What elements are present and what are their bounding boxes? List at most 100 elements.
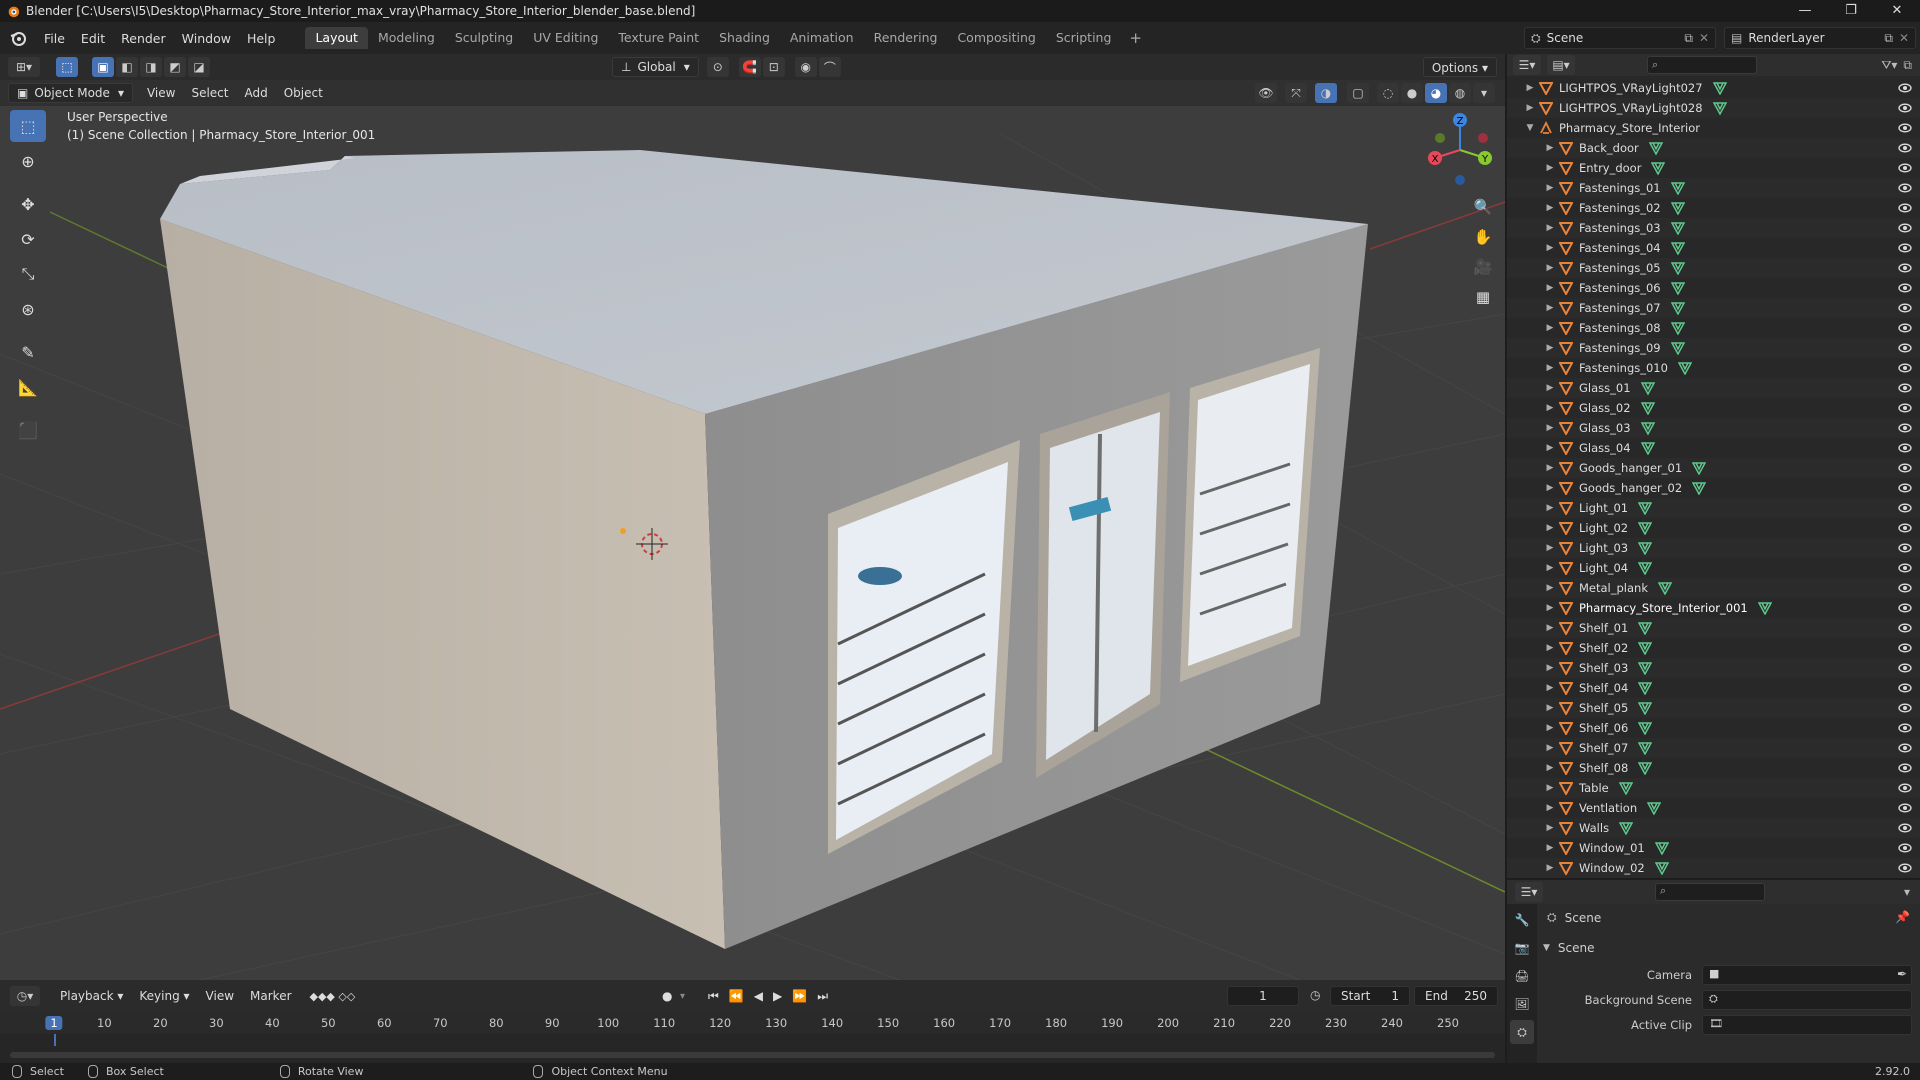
jump-start-icon[interactable]: ⏮ (708, 989, 719, 1004)
display-mode-icon[interactable]: ▤▾ (1547, 55, 1575, 75)
outliner-row[interactable]: ▶ Fastenings_05 (1507, 258, 1920, 278)
mesh-data-icon[interactable] (1677, 361, 1692, 375)
expand-right-icon[interactable]: ▶ (1545, 763, 1555, 773)
proportional-edit-icon[interactable]: ◉ (794, 57, 817, 77)
expand-right-icon[interactable]: ▶ (1545, 863, 1555, 873)
mesh-data-icon[interactable] (1638, 761, 1653, 775)
outliner-row[interactable]: ▶ Light_03 (1507, 538, 1920, 558)
visibility-eye-icon[interactable] (1898, 861, 1912, 875)
expand-right-icon[interactable]: ▶ (1545, 543, 1555, 553)
annotate-tool-icon[interactable]: ✎ (10, 336, 46, 368)
camera-field[interactable]: ■ ✒ (1702, 965, 1912, 985)
visibility-eye-icon[interactable] (1898, 221, 1912, 235)
mesh-data-icon[interactable] (1670, 321, 1685, 335)
active-clip-field[interactable]: 🎞 (1702, 1015, 1912, 1035)
select-new-icon[interactable]: ▣ (92, 57, 114, 77)
visibility-eye-icon[interactable] (1898, 581, 1912, 595)
timeline-ruler[interactable]: 1 10 20 30 40 50 60 70 80 90 100 110 120 130 140 150 160… (0, 1012, 1505, 1034)
mesh-data-icon[interactable] (1692, 461, 1707, 475)
outliner-row[interactable]: ▶ LIGHTPOS_VRayLight028 (1507, 98, 1920, 118)
move-tool-icon[interactable]: ✥ (10, 188, 46, 220)
outliner-row[interactable]: ▶ Ventlation (1507, 798, 1920, 818)
visibility-eye-icon[interactable] (1898, 781, 1912, 795)
timeline-scrollbar[interactable] (10, 1052, 1495, 1058)
outliner-row[interactable]: ▶ Fastenings_04 (1507, 238, 1920, 258)
mesh-data-icon[interactable] (1638, 661, 1653, 675)
visibility-eye-icon[interactable] (1898, 761, 1912, 775)
expand-right-icon[interactable]: ▶ (1545, 583, 1555, 593)
mesh-data-icon[interactable] (1692, 481, 1707, 495)
expand-right-icon[interactable]: ▶ (1545, 603, 1555, 613)
expand-right-icon[interactable]: ▶ (1545, 323, 1555, 333)
mesh-data-icon[interactable] (1638, 701, 1653, 715)
visibility-eye-icon[interactable] (1898, 301, 1912, 315)
material-shading-icon[interactable]: ◕ (1425, 83, 1447, 103)
expand-right-icon[interactable]: ▶ (1545, 643, 1555, 653)
expand-right-icon[interactable]: ▶ (1545, 343, 1555, 353)
outliner-row[interactable]: ▶ Entry_door (1507, 158, 1920, 178)
outliner-row[interactable]: ▶ Light_04 (1507, 558, 1920, 578)
mesh-data-icon[interactable] (1658, 581, 1672, 595)
record-icon[interactable]: ● (662, 989, 672, 1003)
visibility-eye-icon[interactable] (1898, 341, 1912, 355)
mesh-data-icon[interactable] (1619, 821, 1634, 835)
3d-viewport[interactable]: ⊞▾ ⬚ ▣ ◧ ◨ ◩ ◪ ⊥ Global ▾ ⊙ 🧲 ⊡ ◉ ⌒ Opti… (0, 54, 1505, 980)
visibility-eye-icon[interactable] (1898, 461, 1912, 475)
mesh-data-icon[interactable] (1638, 541, 1653, 555)
menu-playback[interactable]: Playback ▾ (52, 986, 131, 1006)
tab-shading[interactable]: Shading (709, 27, 780, 49)
scale-tool-icon[interactable]: ⤡ (10, 258, 46, 290)
visibility-eye-icon[interactable] (1898, 741, 1912, 755)
viewport-scene[interactable] (0, 54, 1505, 980)
zoom-icon[interactable]: 🔍 (1470, 194, 1496, 220)
mesh-data-icon[interactable] (1670, 261, 1685, 275)
menu-select[interactable]: Select (183, 83, 236, 103)
visibility-eye-icon[interactable] (1898, 801, 1912, 815)
blender-menu-icon[interactable] (10, 30, 26, 46)
select-tool-icon[interactable]: ⬚ (56, 57, 78, 77)
scene-tab-icon[interactable]: ⛭ (1510, 1020, 1534, 1044)
visibility-eye-icon[interactable] (1898, 721, 1912, 735)
editor-type-icon[interactable]: ⊞▾ (8, 57, 40, 77)
mesh-data-icon[interactable] (1670, 241, 1685, 255)
snap-target-icon[interactable]: ⊡ (762, 57, 785, 77)
visibility-eye-icon[interactable] (1898, 261, 1912, 275)
close-button[interactable]: ✕ (1874, 0, 1920, 22)
new-scene-icon[interactable]: ⧉ (1684, 31, 1693, 46)
outliner-row[interactable]: ▶ Fastenings_03 (1507, 218, 1920, 238)
outliner-row[interactable]: ▶ Fastenings_010 (1507, 358, 1920, 378)
mesh-data-icon[interactable] (1638, 561, 1653, 575)
visibility-eye-icon[interactable] (1898, 561, 1912, 575)
timeline-editor-type-icon[interactable]: ◷▾ (10, 986, 40, 1006)
mode-dropdown[interactable]: ▣ Object Mode ▾ (8, 83, 133, 103)
tab-compositing[interactable]: Compositing (947, 27, 1045, 49)
menu-file[interactable]: File (36, 31, 73, 46)
menu-timeline-view[interactable]: View (198, 986, 242, 1006)
mesh-data-icon[interactable] (1670, 341, 1685, 355)
scene-selector[interactable]: ⛭ Scene ⧉ ✕ (1524, 27, 1716, 49)
expand-right-icon[interactable]: ▶ (1525, 83, 1535, 93)
visibility-eye-icon[interactable] (1898, 201, 1912, 215)
transform-tool-icon[interactable]: ⊛ (10, 293, 46, 325)
menu-object[interactable]: Object (276, 83, 331, 103)
outliner-row[interactable]: ▶ Shelf_02 (1507, 638, 1920, 658)
visibility-eye-icon[interactable] (1898, 241, 1912, 255)
outliner-row[interactable]: ▶ Pharmacy_Store_Interior_001 (1507, 598, 1920, 618)
expand-right-icon[interactable]: ▶ (1545, 803, 1555, 813)
measure-tool-icon[interactable]: 📐 (10, 371, 46, 403)
play-reverse-icon[interactable]: ◀ (754, 989, 763, 1004)
mesh-data-icon[interactable] (1757, 601, 1772, 615)
keyframe-icons[interactable]: ◆◆◆ ◇◇ (310, 990, 356, 1003)
mesh-data-icon[interactable] (1712, 101, 1727, 115)
pin-icon[interactable]: 📌 (1895, 910, 1910, 924)
visibility-eye-icon[interactable] (1898, 501, 1912, 515)
end-frame-field[interactable]: End 250 (1414, 986, 1498, 1006)
visibility-eye-icon[interactable] (1898, 521, 1912, 535)
outliner-row[interactable]: ▶ Back_door (1507, 138, 1920, 158)
expand-right-icon[interactable]: ▶ (1545, 363, 1555, 373)
tab-sculpting[interactable]: Sculpting (445, 27, 523, 49)
clock-icon[interactable]: ◷ (1310, 988, 1320, 1002)
outliner-row[interactable]: ▶ Shelf_08 (1507, 758, 1920, 778)
visibility-eye-icon[interactable] (1898, 821, 1912, 835)
visibility-eye-icon[interactable] (1898, 641, 1912, 655)
